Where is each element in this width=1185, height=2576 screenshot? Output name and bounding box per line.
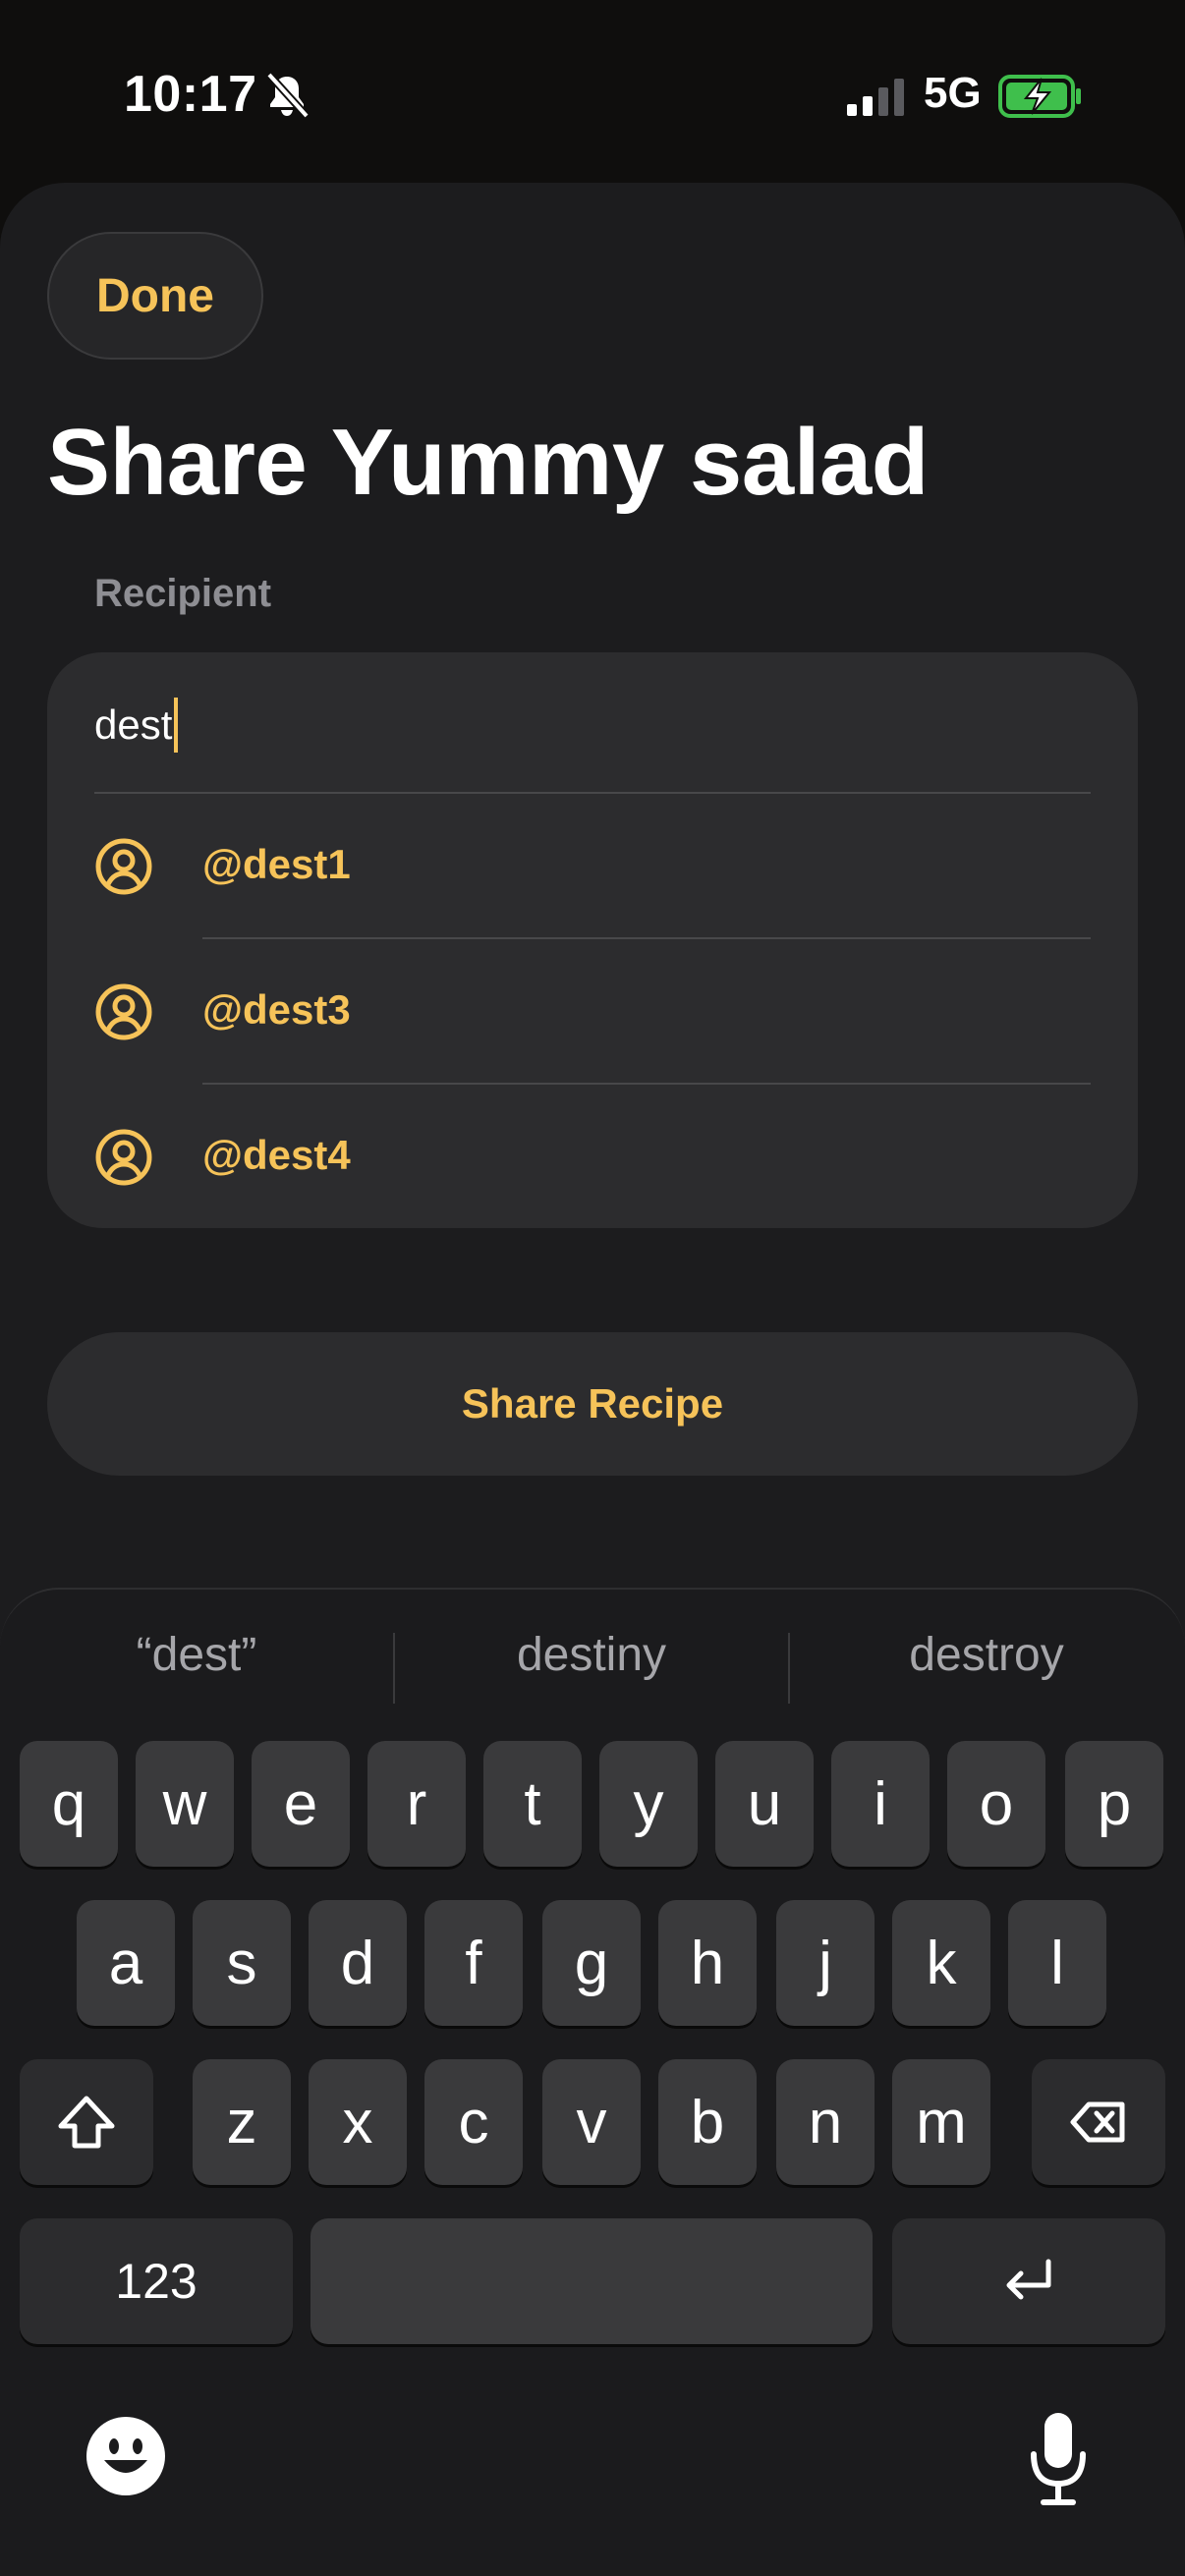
key-k[interactable]: k <box>892 1900 990 2026</box>
delete-key[interactable] <box>1032 2059 1165 2185</box>
key-g[interactable]: g <box>542 1900 641 2026</box>
key-a[interactable]: a <box>77 1900 175 2026</box>
key-v[interactable]: v <box>542 2059 641 2185</box>
shift-key[interactable] <box>20 2059 153 2185</box>
numbers-key[interactable]: 123 <box>20 2218 293 2344</box>
recipient-suggestion[interactable]: @dest1 <box>47 794 1138 937</box>
recipient-input[interactable]: dest <box>94 698 179 753</box>
return-arrow-icon <box>1006 2259 1051 2300</box>
text-caret <box>174 698 179 753</box>
share-recipe-button[interactable]: Share Recipe <box>47 1332 1138 1476</box>
predictive-bar: “dest” destiny destroy <box>0 1605 1185 1704</box>
key-o[interactable]: o <box>947 1741 1045 1867</box>
recipient-card: dest @dest1 @dest3 @dest4 <box>47 652 1138 1228</box>
key-y[interactable]: y <box>599 1741 698 1867</box>
person-circle-icon <box>95 1129 152 1186</box>
person-circle-icon <box>95 983 152 1040</box>
key-h[interactable]: h <box>658 1900 757 2026</box>
key-m[interactable]: m <box>892 2059 990 2185</box>
key-i[interactable]: i <box>831 1741 930 1867</box>
key-r[interactable]: r <box>367 1741 466 1867</box>
key-e[interactable]: e <box>252 1741 350 1867</box>
return-key[interactable] <box>892 2218 1165 2344</box>
key-s[interactable]: s <box>193 1900 291 2026</box>
key-w[interactable]: w <box>136 1741 234 1867</box>
bell-slash-icon <box>266 72 310 119</box>
key-p[interactable]: p <box>1065 1741 1163 1867</box>
recipient-suggestion[interactable]: @dest4 <box>47 1085 1138 1228</box>
status-time: 10:17 <box>124 66 257 123</box>
predictive-suggestion[interactable]: destroy <box>790 1605 1183 1704</box>
suggestion-label: @dest1 <box>202 841 351 887</box>
space-key[interactable] <box>310 2218 873 2344</box>
microphone-icon[interactable] <box>1026 2409 1091 2507</box>
key-b[interactable]: b <box>658 2059 757 2185</box>
key-x[interactable]: x <box>309 2059 407 2185</box>
page-title: Share Yummy salad <box>47 410 929 515</box>
key-z[interactable]: z <box>193 2059 291 2185</box>
emoji-icon[interactable] <box>85 2415 167 2497</box>
key-n[interactable]: n <box>776 2059 875 2185</box>
backspace-icon <box>1070 2101 1125 2143</box>
predictive-suggestion[interactable]: “dest” <box>0 1605 393 1704</box>
suggestion-label: @dest4 <box>202 1132 351 1178</box>
shift-arrow-icon <box>58 2096 115 2149</box>
key-f[interactable]: f <box>424 1900 523 2026</box>
recipient-input-value: dest <box>94 701 173 748</box>
key-c[interactable]: c <box>424 2059 523 2185</box>
signal-icon <box>847 79 904 116</box>
status-bar: 10:17 5G <box>0 0 1185 187</box>
recipient-section-label: Recipient <box>94 572 272 615</box>
key-l[interactable]: l <box>1008 1900 1106 2026</box>
key-q[interactable]: q <box>20 1741 118 1867</box>
predictive-suggestion[interactable]: destiny <box>395 1605 788 1704</box>
network-label: 5G <box>924 69 982 117</box>
key-t[interactable]: t <box>483 1741 582 1867</box>
battery-charging-icon <box>998 75 1081 118</box>
suggestion-label: @dest3 <box>202 986 351 1033</box>
key-j[interactable]: j <box>776 1900 875 2026</box>
person-circle-icon <box>95 838 152 895</box>
key-u[interactable]: u <box>715 1741 814 1867</box>
done-button[interactable]: Done <box>47 232 263 360</box>
recipient-suggestion[interactable]: @dest3 <box>47 939 1138 1083</box>
key-d[interactable]: d <box>309 1900 407 2026</box>
